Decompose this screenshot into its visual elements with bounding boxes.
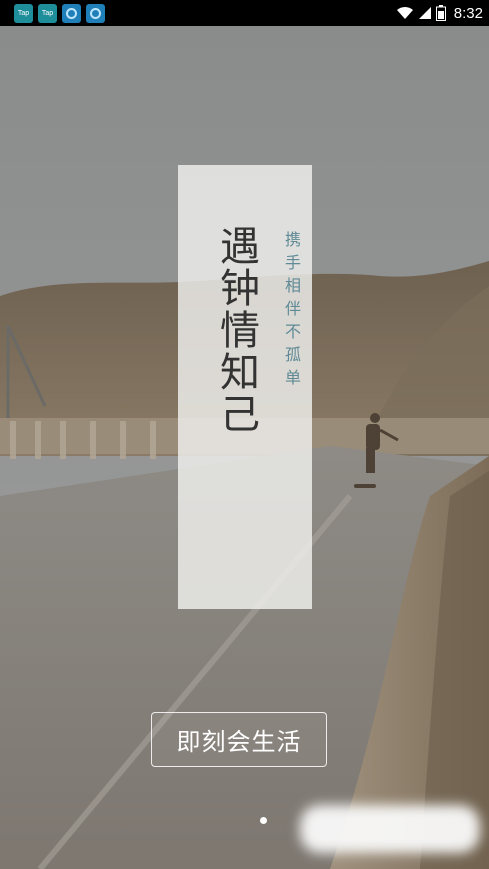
splash-screen: Tap Tap 8:32 遇钟情知己 携手相伴不孤单 即刻会生活 bbox=[0, 0, 489, 869]
subtitle: 携手相伴不孤单 bbox=[282, 231, 301, 392]
taptap-icon-label: Tap bbox=[41, 9, 54, 17]
browser-icon bbox=[86, 3, 105, 23]
signal-icon bbox=[418, 6, 432, 20]
browser-icon bbox=[62, 3, 81, 23]
taptap-icon: Tap bbox=[38, 3, 57, 23]
status-bar: Tap Tap 8:32 bbox=[0, 0, 489, 26]
status-indicators: 8:32 bbox=[396, 5, 489, 22]
start-button[interactable]: 即刻会生活 bbox=[151, 712, 327, 767]
notification-icons: Tap Tap bbox=[0, 3, 105, 23]
main-title: 遇钟情知己 bbox=[213, 225, 259, 435]
taptap-icon-label: Tap bbox=[17, 9, 30, 17]
taptap-icon: Tap bbox=[14, 3, 33, 23]
page-indicator bbox=[260, 817, 267, 824]
battery-icon bbox=[435, 5, 446, 21]
wifi-icon bbox=[396, 6, 414, 20]
clock: 8:32 bbox=[453, 4, 483, 22]
blurred-watermark bbox=[300, 805, 480, 853]
page-dot-active bbox=[260, 817, 267, 824]
title-card: 遇钟情知己 携手相伴不孤单 bbox=[178, 165, 312, 609]
